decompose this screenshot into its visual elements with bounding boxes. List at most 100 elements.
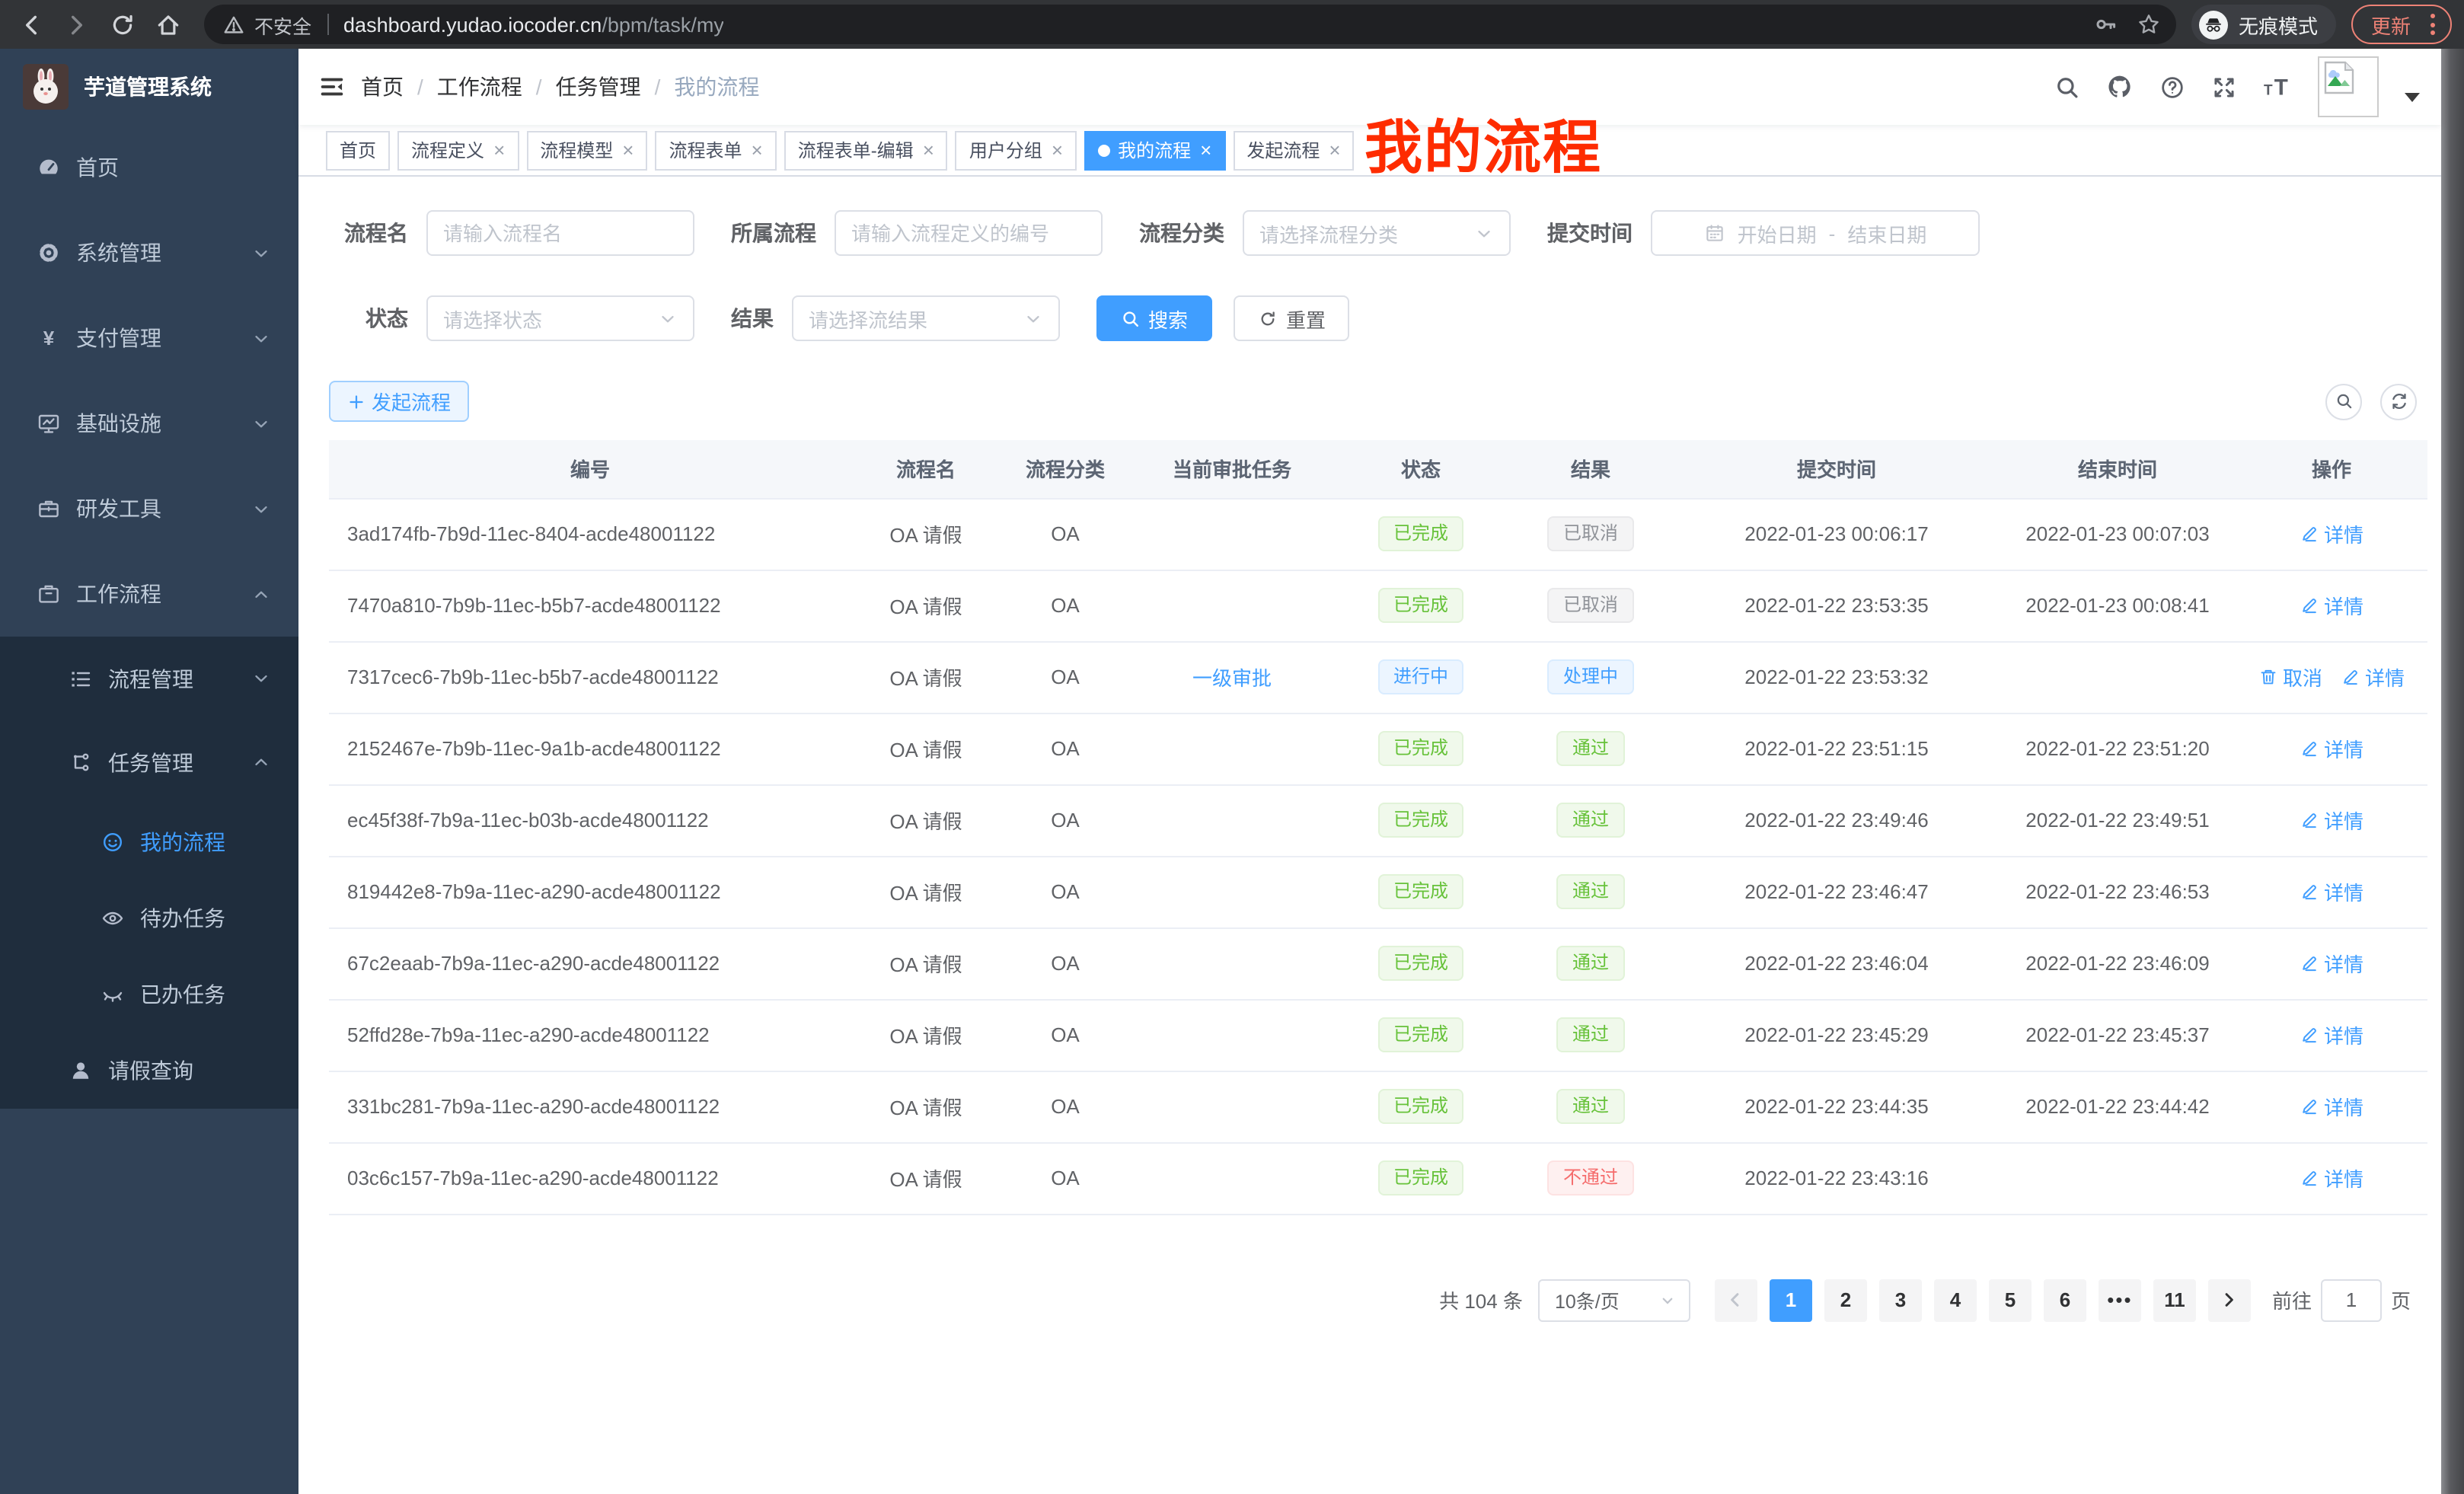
scrollbar[interactable] [2441, 49, 2464, 1494]
page-button-5[interactable]: 5 [1989, 1279, 2032, 1321]
search-icon[interactable] [2054, 74, 2080, 100]
sidebar-logo[interactable]: 芋道管理系统 [0, 49, 298, 125]
close-icon[interactable]: × [493, 140, 505, 160]
close-icon[interactable]: × [1052, 140, 1063, 160]
search-button[interactable]: 搜索 [1096, 295, 1212, 341]
sidebar-item-workflow[interactable]: 工作流程 [0, 551, 298, 637]
avatar-caret-icon[interactable] [2405, 93, 2420, 102]
forward-icon[interactable] [61, 9, 91, 40]
tab-流程表单[interactable]: 流程表单 × [655, 130, 776, 170]
home-icon[interactable] [152, 9, 183, 40]
detail-action-link[interactable]: 详情 [2300, 806, 2363, 835]
page-ellipsis[interactable]: ••• [2099, 1279, 2141, 1321]
table-row: 3ad174fb-7b9d-11ec-8404-acde48001122OA 请… [329, 498, 2427, 570]
filter-select-result[interactable]: 请选择流结果 [792, 295, 1060, 341]
tab-用户分组[interactable]: 用户分组× [956, 130, 1077, 170]
detail-action-link[interactable]: 详情 [2300, 949, 2363, 978]
update-chrome-button[interactable]: 更新 [2351, 5, 2452, 44]
tab-label: 流程表单 [669, 137, 742, 163]
detail-action-link[interactable]: 详情 [2300, 877, 2363, 906]
page-button-11[interactable]: 11 [2153, 1279, 2196, 1321]
action-label: 详情 [2365, 662, 2405, 691]
page-button-6[interactable]: 6 [2044, 1279, 2086, 1321]
close-icon[interactable]: × [752, 140, 763, 160]
address-bar[interactable]: 不安全 dashboard.yudao.iocoder.cn/bpm/task/… [204, 5, 2176, 44]
tab-label: 流程模型 [540, 137, 613, 163]
breadcrumb-item[interactable]: 首页 [361, 72, 404, 102]
tags-view: 首页流程定义×流程模型×流程表单×流程表单-编辑×用户分组×我的流程×发起流程× [298, 125, 2441, 177]
close-icon[interactable]: × [1200, 140, 1211, 160]
font-size-icon[interactable]: TT [2263, 74, 2292, 100]
cancel-action-link[interactable]: 取消 [2258, 662, 2322, 691]
page-button-4[interactable]: 4 [1934, 1279, 1977, 1321]
breadcrumb-item[interactable]: 任务管理 [556, 72, 641, 102]
result-badge: 处理中 [1548, 659, 1633, 694]
create-process-button[interactable]: 发起流程 [329, 381, 469, 422]
close-icon[interactable]: × [1329, 140, 1340, 160]
sidebar-item-devtools[interactable]: 研发工具 [0, 466, 298, 551]
status-badge: 已完成 [1378, 516, 1463, 551]
star-icon[interactable] [2137, 12, 2161, 37]
key-icon[interactable] [2094, 12, 2118, 37]
tab-发起流程[interactable]: 发起流程× [1233, 130, 1354, 170]
sidebar-item-payment[interactable]: ¥支付管理 [0, 295, 298, 381]
reset-button[interactable]: 重置 [1234, 295, 1350, 341]
cell-category: OA [1001, 641, 1130, 713]
breadcrumb-item[interactable]: 工作流程 [437, 72, 522, 102]
refresh-table-button[interactable] [2380, 383, 2417, 420]
fullscreen-icon[interactable] [2211, 74, 2237, 100]
close-icon[interactable]: × [622, 140, 634, 160]
cell-process-name: OA 请假 [851, 570, 1001, 641]
reload-icon[interactable] [107, 9, 137, 40]
cell-process-name: OA 请假 [851, 641, 1001, 713]
sidebar-item-infrastructure[interactable]: 基础设施 [0, 381, 298, 466]
prev-page-button[interactable] [1715, 1279, 1757, 1321]
filter-input-process-def[interactable] [835, 210, 1103, 256]
select-placeholder: 请选择状态 [443, 304, 542, 333]
sidebar-item-process-mgmt[interactable]: 流程管理 [0, 637, 298, 720]
sidebar-item-task-mgmt[interactable]: 任务管理 [0, 720, 298, 804]
goto-page-input[interactable] [2321, 1279, 2382, 1321]
detail-action-link[interactable]: 详情 [2300, 1092, 2363, 1121]
user-icon [67, 1058, 93, 1084]
sidebar-item-done-tasks[interactable]: 已办任务 [0, 956, 298, 1033]
next-page-button[interactable] [2208, 1279, 2251, 1321]
hamburger-icon[interactable] [298, 73, 361, 101]
filter-daterange-submit-time[interactable]: 开始日期-结束日期 [1651, 210, 1980, 256]
detail-action-link[interactable]: 详情 [2300, 734, 2363, 763]
page-button-3[interactable]: 3 [1879, 1279, 1922, 1321]
detail-action-link[interactable]: 详情 [2300, 519, 2363, 548]
tab-流程表单-编辑[interactable]: 流程表单-编辑× [784, 130, 948, 170]
tab-我的流程[interactable]: 我的流程× [1084, 130, 1225, 170]
filter-select-process-category[interactable]: 请选择流程分类 [1243, 210, 1511, 256]
detail-action-link[interactable]: 详情 [2341, 662, 2405, 691]
sidebar-item-system[interactable]: 系统管理 [0, 210, 298, 295]
toggle-search-button[interactable] [2325, 383, 2362, 420]
current-task-link[interactable]: 一级审批 [1192, 667, 1272, 690]
sidebar-item-home[interactable]: 首页 [0, 125, 298, 210]
detail-action-link[interactable]: 详情 [2300, 1164, 2363, 1192]
question-icon[interactable] [2159, 74, 2185, 100]
back-icon[interactable] [15, 9, 46, 40]
sidebar-item-leave-query[interactable]: 请假查询 [0, 1033, 298, 1109]
browser-menu-dots-icon[interactable] [2424, 14, 2441, 35]
detail-action-link[interactable]: 详情 [2300, 1020, 2363, 1049]
sidebar-item-my-process[interactable]: 我的流程 [0, 804, 298, 880]
page-size-select[interactable]: 10条/页 [1538, 1279, 1690, 1321]
close-icon[interactable]: × [923, 140, 934, 160]
tab-流程模型[interactable]: 流程模型 × [526, 130, 647, 170]
page-button-1[interactable]: 1 [1770, 1279, 1812, 1321]
filter-input-process-name[interactable] [426, 210, 694, 256]
detail-action-link[interactable]: 详情 [2300, 591, 2363, 620]
tab-首页[interactable]: 首页 [326, 130, 390, 170]
filter-select-status[interactable]: 请选择状态 [426, 295, 694, 341]
page-button-2[interactable]: 2 [1824, 1279, 1867, 1321]
security-label[interactable]: 不安全 [254, 10, 311, 39]
avatar[interactable] [2318, 56, 2379, 117]
tab-流程定义[interactable]: 流程定义× [397, 130, 519, 170]
cell-process-name: OA 请假 [851, 713, 1001, 784]
github-icon[interactable] [2106, 73, 2134, 101]
url-text[interactable]: dashboard.yudao.iocoder.cn/bpm/task/my [343, 13, 724, 36]
sidebar-item-todo-tasks[interactable]: 待办任务 [0, 880, 298, 956]
result-badge: 已取消 [1548, 516, 1633, 551]
